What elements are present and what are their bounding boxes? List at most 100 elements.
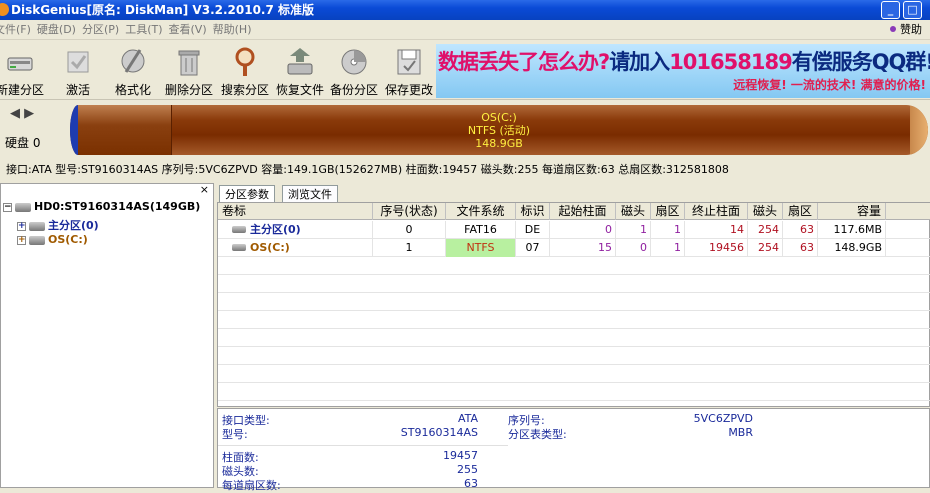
tree-partition-label: 主分区(0): [48, 219, 99, 232]
donate-link[interactable]: 赞助: [890, 20, 922, 40]
table-row-empty: [218, 257, 930, 275]
menu-file[interactable]: 文件(F): [0, 20, 34, 40]
partition-map-name: OS(C:): [481, 111, 517, 124]
row-start-cylinder: 0: [550, 221, 616, 239]
save-changes-button[interactable]: 保存更改: [383, 44, 435, 98]
row-volume-label: OS(C:): [218, 239, 373, 257]
detail-sectors-per-track-value: 63: [464, 477, 478, 490]
col-end-cylinder[interactable]: 终止柱面: [685, 203, 748, 220]
row-end-head: 254: [748, 239, 783, 257]
search-icon: [235, 47, 255, 76]
detail-serial-value: 5VC6ZPVD: [693, 412, 753, 425]
row-capacity: 117.6MB: [818, 221, 886, 239]
format-button[interactable]: 格式化: [112, 44, 154, 98]
tree-partition-node[interactable]: + 主分区(0): [17, 217, 99, 233]
menu-help[interactable]: 帮助(H): [210, 20, 255, 40]
tree-partition-node[interactable]: + OS(C:): [17, 233, 88, 246]
next-disk-icon[interactable]: ▶: [24, 106, 34, 121]
row-index: 1: [373, 239, 446, 257]
col-start-sector[interactable]: 扇区: [651, 203, 685, 220]
tab-browse-files[interactable]: 浏览文件: [282, 185, 338, 203]
table-row-empty: [218, 383, 930, 401]
detail-model-value: ST9160314AS: [400, 426, 478, 439]
tab-strip: 分区参数 浏览文件: [219, 183, 930, 204]
menu-view[interactable]: 查看(V): [166, 20, 210, 40]
table-row[interactable]: 主分区(0) 0 FAT16 DE 0 1 1 14 254 63 117.6M…: [218, 221, 930, 239]
detail-heads-value: 255: [457, 463, 478, 476]
backup-partition-icon: [341, 49, 367, 75]
ad-qq-number: 101658189: [669, 50, 793, 74]
donate-bullet-icon: [890, 26, 896, 32]
table-row-empty: [218, 329, 930, 347]
detail-sectors-per-track-label: 每道扇区数:: [222, 479, 281, 492]
menu-disk[interactable]: 硬盘(D): [34, 20, 79, 40]
row-id: DE: [516, 221, 550, 239]
prev-disk-icon[interactable]: ◀: [10, 106, 20, 121]
partition-icon: [29, 221, 45, 231]
table-row-empty: [218, 311, 930, 329]
recover-files-button[interactable]: 恢复文件: [273, 44, 327, 98]
row-start-head: 1: [616, 221, 651, 239]
row-id: 07: [516, 239, 550, 257]
row-filesystem: FAT16: [446, 221, 516, 239]
detail-cylinders-value: 19457: [443, 449, 478, 462]
disk-label: 硬盘 0: [5, 136, 41, 150]
table-row-empty: [218, 275, 930, 293]
activate-label: 激活: [65, 83, 90, 97]
row-end-cylinder: 19456: [685, 239, 748, 257]
col-id[interactable]: 标识: [516, 203, 550, 220]
delete-partition-label: 删除分区: [164, 83, 213, 97]
table-row-empty: [218, 365, 930, 383]
disk-details-pane: 接口类型: ATA 序列号: 5VC6ZPVD 型号: ST9160314AS …: [217, 408, 930, 492]
new-partition-button[interactable]: 新建分区: [0, 44, 48, 98]
tree-disk-node[interactable]: − HD0:ST9160314AS(149GB): [3, 200, 200, 213]
col-volume-label[interactable]: 卷标: [218, 203, 373, 220]
tree-disk-label: HD0:ST9160314AS(149GB): [34, 200, 201, 213]
search-partition-button[interactable]: 搜索分区: [218, 44, 272, 98]
menu-tools[interactable]: 工具(T): [122, 20, 165, 40]
row-start-head: 0: [616, 239, 651, 257]
menu-partition[interactable]: 分区(P): [79, 20, 122, 40]
row-filesystem: NTFS: [446, 239, 516, 257]
ad-headline-part1: 数据丢失了怎么办?: [438, 50, 610, 74]
partition-icon: [232, 226, 246, 233]
disk-map-bar: ◀ ▶ 硬盘 0 OS(C:) NTFS (活动) 148.9GB: [0, 100, 930, 160]
ad-headline: 数据丢失了怎么办?请加入101658189有偿服务QQ群!: [438, 46, 930, 76]
activate-button[interactable]: 激活: [60, 44, 96, 98]
backup-partition-button[interactable]: 备份分区: [329, 44, 379, 98]
minimize-button[interactable]: _: [881, 1, 900, 19]
col-filesystem[interactable]: 文件系统: [446, 203, 516, 220]
expand-icon[interactable]: +: [17, 235, 26, 245]
collapse-icon[interactable]: −: [3, 202, 12, 212]
partition-icon: [29, 235, 45, 245]
hard-disk-icon: [15, 202, 31, 212]
ad-headline-part2: 请加入: [609, 50, 670, 74]
col-capacity[interactable]: 容量: [818, 203, 886, 220]
save-icon: [397, 49, 421, 75]
detail-partition-table-value: MBR: [728, 426, 753, 439]
col-index[interactable]: 序号(状态): [373, 203, 446, 220]
detail-partition-table-label: 分区表类型:: [508, 428, 567, 441]
col-end-head[interactable]: 磁头: [748, 203, 783, 220]
row-index: 0: [373, 221, 446, 239]
activate-icon: [67, 51, 89, 73]
expand-icon[interactable]: +: [17, 221, 26, 231]
disk-nav: ◀ ▶: [10, 106, 34, 121]
col-end-sector[interactable]: 扇区: [783, 203, 818, 220]
ad-banner[interactable]: 数据丢失了怎么办?请加入101658189有偿服务QQ群! 远程恢复! 一流的技…: [436, 44, 930, 98]
close-pane-icon[interactable]: ×: [200, 183, 209, 196]
row-start-sector: 1: [651, 221, 685, 239]
maximize-button[interactable]: □: [903, 1, 922, 19]
ad-headline-part3: 有偿服务QQ群!: [791, 50, 930, 74]
table-row[interactable]: OS(C:) 1 NTFS 07 15 0 1 19456 254 63 148…: [218, 239, 930, 257]
save-changes-label: 保存更改: [384, 83, 433, 97]
partition-icon: [232, 244, 246, 251]
details-divider: [218, 445, 508, 446]
row-volume-text: OS(C:): [250, 241, 290, 254]
table-header: 卷标 序号(状态) 文件系统 标识 起始柱面 磁头 扇区 终止柱面 磁头 扇区 …: [218, 203, 930, 220]
col-start-cylinder[interactable]: 起始柱面: [550, 203, 616, 220]
col-start-head[interactable]: 磁头: [616, 203, 651, 220]
partition-table: 卷标 序号(状态) 文件系统 标识 起始柱面 磁头 扇区 终止柱面 磁头 扇区 …: [217, 202, 930, 407]
partition-map[interactable]: OS(C:) NTFS (活动) 148.9GB: [70, 105, 928, 155]
delete-partition-button[interactable]: 删除分区: [162, 44, 216, 98]
